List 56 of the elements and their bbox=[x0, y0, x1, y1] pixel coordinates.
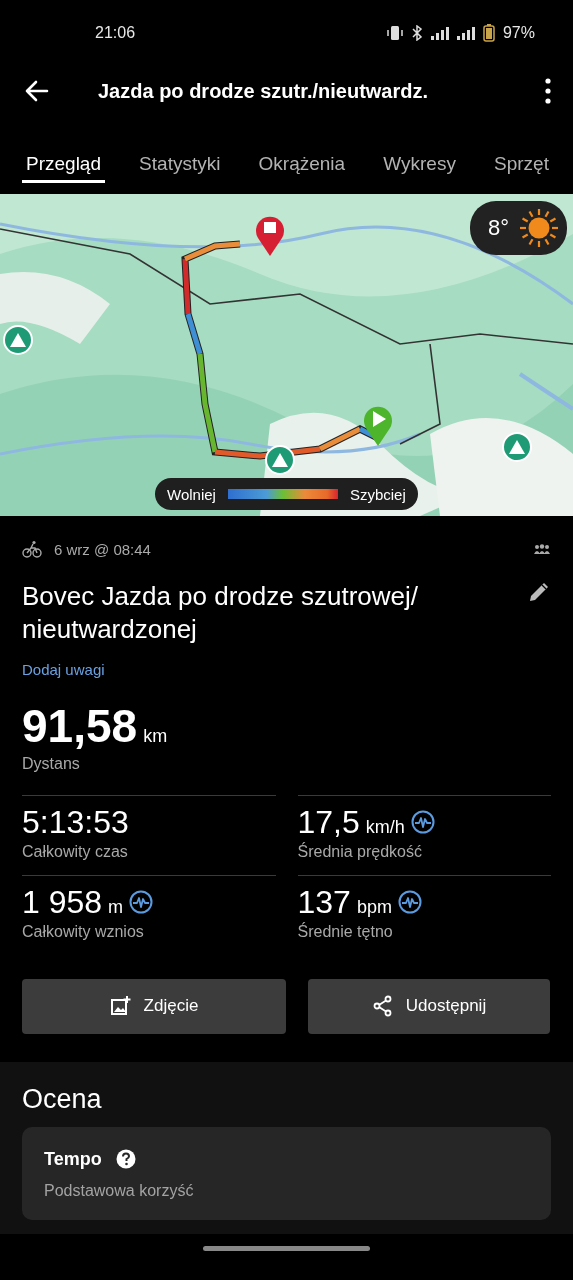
battery-level: 97% bbox=[502, 23, 535, 42]
stat-label: Całkowity czas bbox=[22, 842, 129, 861]
battery-icon bbox=[482, 23, 495, 42]
mountain-marker[interactable] bbox=[265, 445, 295, 475]
tab[interactable]: Wykresy bbox=[379, 141, 460, 183]
clock: 21:06 bbox=[95, 23, 136, 42]
group-icon[interactable] bbox=[533, 543, 551, 555]
stat-label: Dystans bbox=[22, 754, 81, 773]
distance-unit: km bbox=[143, 725, 168, 747]
bluetooth-icon bbox=[410, 24, 423, 41]
stat-value: 137 bbox=[297, 883, 351, 921]
finish-marker[interactable] bbox=[256, 216, 284, 256]
add-photo-icon bbox=[109, 995, 132, 1018]
section-heading: Ocena bbox=[22, 1083, 103, 1115]
tab[interactable]: Okrążenia bbox=[254, 141, 350, 183]
share-button[interactable]: Udostępnij bbox=[308, 978, 550, 1034]
vibrate-icon bbox=[386, 24, 403, 41]
start-marker[interactable] bbox=[364, 406, 392, 446]
legend-label: Szybciej bbox=[349, 485, 406, 503]
more-icon[interactable] bbox=[545, 78, 551, 104]
stat-unit: bpm bbox=[356, 896, 392, 918]
mountain-marker[interactable] bbox=[3, 325, 33, 355]
edit-icon[interactable] bbox=[527, 580, 551, 604]
activity-name: Bovec Jazda po drodze szutrowej/ nieutwardzonej bbox=[22, 580, 419, 647]
photo-button[interactable]: Zdjęcie bbox=[22, 978, 286, 1034]
help-icon[interactable] bbox=[115, 1149, 136, 1170]
bicycle-icon bbox=[22, 540, 42, 558]
stat-value: 1 958 bbox=[22, 883, 103, 921]
share-icon bbox=[371, 995, 394, 1018]
signal-icon bbox=[456, 24, 475, 41]
temperature: 8° bbox=[487, 215, 509, 241]
activity-date: 6 wrz @ 08:44 bbox=[54, 540, 151, 558]
card-title: Tempo bbox=[44, 1148, 102, 1170]
stat-label: Całkowity wznios bbox=[22, 922, 145, 941]
tab[interactable]: Przegląd bbox=[22, 141, 105, 183]
stat-unit: m bbox=[108, 896, 124, 918]
sun-icon bbox=[519, 208, 559, 248]
legend-label: Wolniej bbox=[167, 485, 216, 503]
chart-icon[interactable] bbox=[410, 810, 435, 835]
tab[interactable]: Statystyki bbox=[135, 141, 225, 183]
stat-value: 5:13:53 bbox=[22, 803, 129, 841]
screen-title: Jazda po drodze szutr./nieutwardz. bbox=[98, 79, 430, 103]
stat-label: Średnie tętno bbox=[297, 922, 394, 941]
chart-icon[interactable] bbox=[129, 890, 154, 915]
signal-icon bbox=[430, 24, 449, 41]
add-notes-link[interactable]: Dodaj uwagi bbox=[22, 660, 105, 678]
stat-unit: km/h bbox=[365, 816, 405, 838]
distance-value: 91,58 bbox=[22, 698, 138, 753]
tab[interactable]: Sprzęt bbox=[490, 141, 553, 183]
card-subtitle: Podstawowa korzyść bbox=[44, 1181, 195, 1200]
home-indicator[interactable] bbox=[203, 1245, 370, 1251]
back-icon[interactable] bbox=[24, 79, 50, 103]
stat-label: Średnia prędkość bbox=[297, 842, 423, 861]
mountain-marker[interactable] bbox=[502, 432, 532, 462]
chart-icon[interactable] bbox=[397, 890, 422, 915]
stat-value: 17,5 bbox=[297, 803, 360, 841]
